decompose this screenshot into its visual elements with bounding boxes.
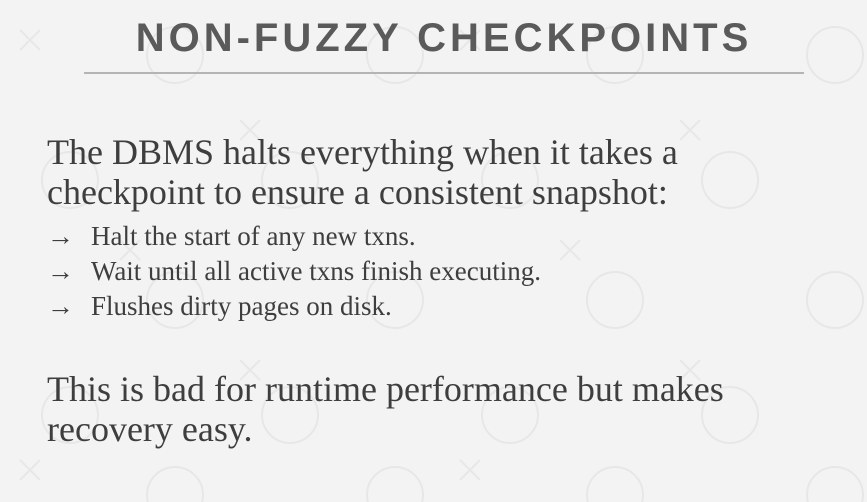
bullet-item: → Flushes dirty pages on disk.: [47, 289, 541, 324]
intro-line-1: The DBMS halts everything when it takes …: [47, 132, 678, 172]
conclusion-paragraph: This is bad for runtime performance but …: [47, 369, 724, 449]
arrow-icon: →: [47, 256, 74, 286]
arrow-icon: →: [47, 291, 74, 321]
bullet-text: Wait until all active txns finish execut…: [91, 256, 541, 286]
arrow-icon: →: [47, 221, 74, 251]
intro-line-2: checkpoint to ensure a consistent snapsh…: [47, 172, 668, 212]
title-underline: [84, 72, 804, 74]
intro-paragraph: The DBMS halts everything when it takes …: [47, 132, 678, 212]
conclusion-line-1: This is bad for runtime performance but …: [47, 369, 724, 409]
bullet-item: → Halt the start of any new txns.: [47, 219, 541, 254]
bullet-item: → Wait until all active txns finish execu…: [47, 254, 541, 289]
bullet-text: Halt the start of any new txns.: [91, 221, 416, 251]
bullet-list: → Halt the start of any new txns. → Wait u…: [47, 219, 541, 324]
bullet-text: Flushes dirty pages on disk.: [91, 291, 392, 321]
conclusion-line-2: recovery easy.: [47, 409, 253, 449]
slide-title: NON-FUZZY CHECKPOINTS: [135, 16, 753, 60]
